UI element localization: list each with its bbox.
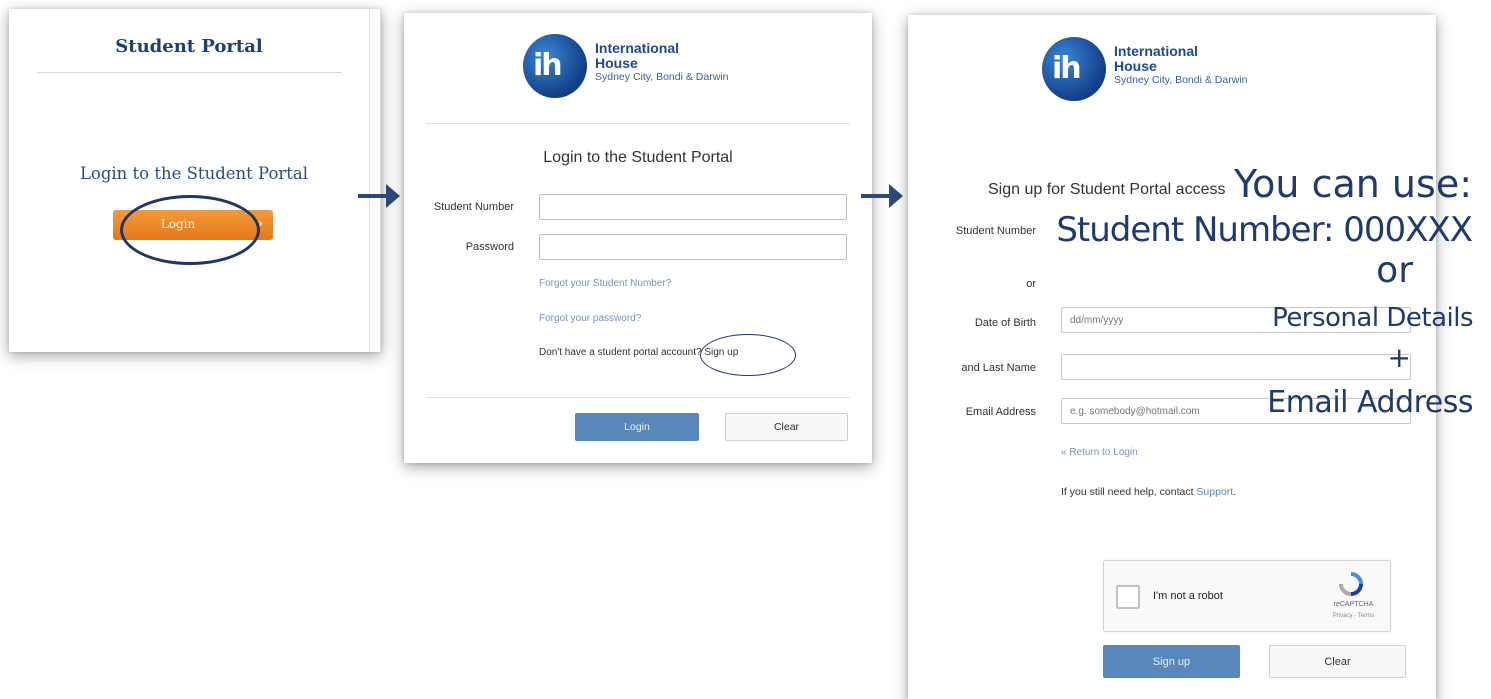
password-input[interactable] [539, 234, 847, 260]
clear-button[interactable]: Clear [725, 413, 848, 441]
student-number-label: Student Number [955, 225, 1036, 237]
support-link[interactable]: Support [1196, 486, 1233, 498]
recaptcha-widget: I'm not a robot reCAPTCHA Privacy - Term… [1103, 560, 1391, 632]
ih-logo-icon: ih [523, 34, 587, 98]
logo-line-1: International [595, 40, 680, 56]
login-form-panel: ih International House Sydney City, Bond… [404, 13, 872, 463]
logo-line-1: International [1114, 43, 1199, 59]
divider [426, 123, 850, 124]
sign-up-button[interactable]: Sign up [1103, 645, 1240, 678]
divider [426, 397, 850, 398]
form-heading: Login to the Student Portal [543, 149, 733, 166]
signup-heading: Sign up for Student Portal access [988, 181, 1226, 198]
student-number-label: Student Number [433, 201, 514, 213]
arrow-right-icon [358, 184, 400, 208]
recaptcha-label: I'm not a robot [1153, 590, 1223, 602]
annotation-personal-details: Personal Details [1272, 303, 1473, 333]
annotation-you-can-use: You can use: [1234, 162, 1472, 206]
forgot-student-number-link[interactable]: Forgot your Student Number? [539, 278, 671, 289]
recaptcha-privacy-terms[interactable]: Privacy - Terms [1326, 613, 1381, 619]
signup-form-panel: ih International House Sydney City, Bond… [908, 15, 1436, 699]
password-label: Password [465, 241, 514, 253]
last-name-input[interactable] [1061, 354, 1411, 380]
logo-line-2: House [1114, 58, 1157, 74]
student-number-input[interactable] [539, 194, 847, 220]
recaptcha-checkbox[interactable] [1116, 585, 1140, 609]
login-heading: Login to the Student Portal [79, 164, 309, 183]
ih-logo-icon: ih [1042, 37, 1106, 101]
highlight-circle [700, 334, 796, 376]
help-text: If you still need help, contact Support. [1061, 486, 1237, 498]
annotation-student-number: Student Number: 000XXX [1056, 210, 1473, 250]
annotation-email-address: Email Address [1267, 385, 1473, 420]
last-name-label: and Last Name [961, 362, 1036, 374]
divider [37, 72, 342, 73]
annotation-plus: + [1387, 341, 1411, 374]
recaptcha-icon [1339, 572, 1363, 596]
clear-button[interactable]: Clear [1269, 645, 1406, 678]
card-title: Student Portal [115, 36, 263, 57]
annotation-or: or [1376, 250, 1413, 291]
logo-line-2: House [595, 55, 638, 71]
or-label: or [1026, 278, 1036, 290]
date-of-birth-label: Date of Birth [974, 317, 1036, 329]
arrow-right-icon [861, 184, 903, 208]
highlight-circle [120, 195, 260, 265]
logo-line-3: Sydney City, Bondi & Darwin [1114, 74, 1248, 86]
return-to-login-link[interactable]: « Return to Login [1061, 447, 1138, 458]
email-address-label: Email Address [965, 406, 1036, 418]
recaptcha-brand: reCAPTCHA [1333, 601, 1374, 608]
login-submit-button[interactable]: Login [575, 413, 699, 441]
student-portal-card: Student Portal Login to the Student Port… [9, 9, 381, 352]
logo-line-3: Sydney City, Bondi & Darwin [595, 71, 729, 83]
forgot-password-link[interactable]: Forgot your password? [539, 313, 641, 324]
